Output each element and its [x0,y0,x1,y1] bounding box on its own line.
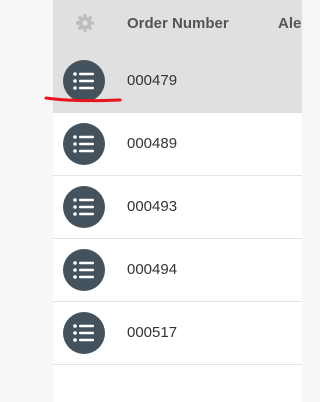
order-number: 000479 [127,72,178,89]
list-icon [73,261,94,279]
page: Order Number Ale 000479 000489 000493 00… [0,0,302,402]
table-row[interactable]: 000494 [53,239,302,302]
table-row[interactable]: 000493 [53,176,302,239]
column-header-ale[interactable]: Ale [278,15,301,32]
row-menu-button[interactable] [63,249,105,291]
left-gutter [0,0,53,402]
order-number: 000517 [127,324,178,341]
order-number: 000494 [127,261,178,278]
order-number: 000493 [127,198,178,215]
order-number: 000489 [127,135,178,152]
table-row[interactable]: 000517 [53,302,302,365]
orders-table: Order Number Ale 000479 000489 000493 00… [53,0,302,402]
list-icon [73,324,94,342]
table-header: Order Number Ale [53,0,302,50]
row-menu-button[interactable] [63,186,105,228]
row-menu-button[interactable] [63,312,105,354]
table-row[interactable]: 000489 [53,113,302,176]
column-header-order-number[interactable]: Order Number [127,15,229,32]
row-menu-button[interactable] [63,123,105,165]
list-icon [73,198,94,216]
red-underline-annotation [44,96,122,103]
list-icon [73,135,94,153]
gear-icon[interactable] [75,13,95,33]
list-icon [73,72,94,90]
